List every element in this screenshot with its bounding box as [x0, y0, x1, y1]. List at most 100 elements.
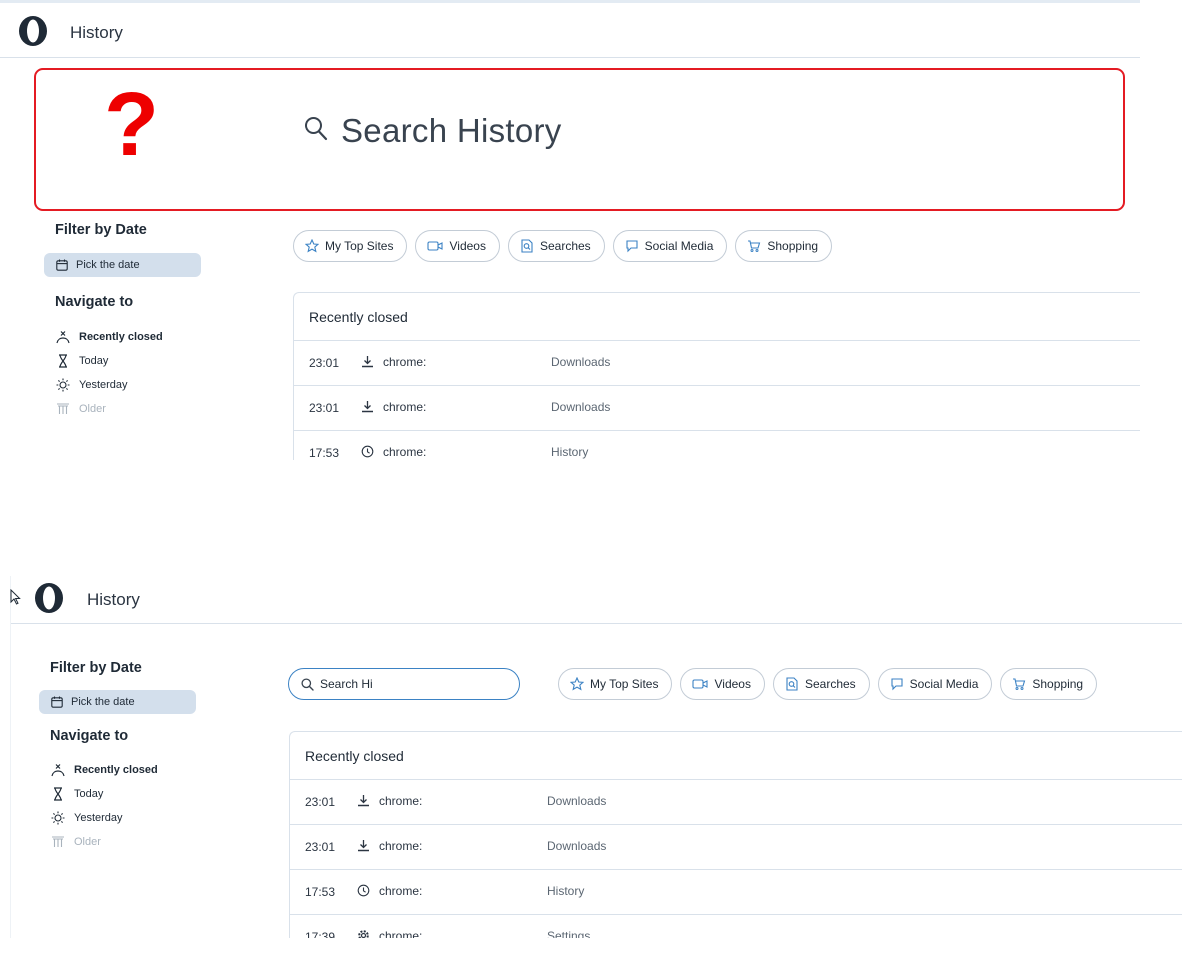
filter-by-date-title: Filter by Date: [55, 222, 147, 238]
history-row[interactable]: 17:53 chrome: History: [290, 870, 1182, 915]
download-icon: [361, 355, 374, 371]
navigate-to-title: Navigate to: [55, 294, 134, 310]
row-title: History: [547, 884, 585, 898]
row-time: 23:01: [305, 840, 336, 854]
star-icon: [570, 677, 584, 691]
nav-item-recently-closed[interactable]: Recently closed: [50, 758, 196, 782]
history-page-bottom: History Filter by Date Pick the date Nav…: [10, 576, 1182, 938]
hourglass-icon: [59, 354, 67, 368]
category-chips: My Top Sites Videos Searches Social Medi…: [558, 668, 1098, 700]
nav-item-older[interactable]: Older: [55, 397, 201, 421]
hourglass-icon: [54, 787, 62, 801]
page-title: History: [70, 23, 123, 42]
clock-icon: [361, 445, 374, 460]
row-title: Downloads: [547, 839, 607, 853]
sun-icon: [51, 811, 65, 825]
chip-my-top-sites[interactable]: My Top Sites: [558, 668, 673, 700]
history-row[interactable]: 17:53 chrome: History: [294, 431, 1140, 460]
chip-label: Videos: [714, 677, 751, 691]
gear-icon: [357, 929, 370, 938]
search-input[interactable]: [320, 677, 500, 691]
chip-searches[interactable]: Searches: [772, 668, 870, 700]
row-url: chrome:: [383, 355, 427, 369]
history-row[interactable]: 17:39 chrome: Settings: [290, 915, 1182, 938]
search-icon: [301, 677, 314, 691]
nav-item-label: Yesterday: [74, 812, 123, 824]
opera-logo-icon[interactable]: [33, 582, 65, 614]
row-time: 17:53: [309, 446, 340, 460]
recently-closed-icon: [51, 764, 65, 777]
history-row[interactable]: 23:01 chrome: Downloads: [290, 825, 1182, 870]
row-url: chrome:: [379, 884, 423, 898]
nav-item-yesterday[interactable]: Yesterday: [55, 373, 201, 397]
mouse-cursor-icon: [10, 588, 21, 610]
calendar-icon: [51, 696, 63, 708]
nav-item-today[interactable]: Today: [50, 782, 196, 806]
download-icon: [357, 794, 370, 810]
download-icon: [361, 400, 374, 416]
row-title: Settings: [547, 929, 591, 938]
sidebar: Filter by Date Pick the date Navigate to…: [44, 222, 201, 421]
history-page-top: History ? Search History Filter by Date …: [0, 0, 1140, 460]
history-row[interactable]: 23:01 chrome: Downloads: [290, 780, 1182, 825]
nav-item-label: Recently closed: [74, 764, 158, 776]
row-url: chrome:: [379, 794, 423, 808]
pick-date-label: Pick the date: [76, 259, 140, 271]
chip-my-top-sites[interactable]: My Top Sites: [293, 230, 408, 262]
recently-closed-card: Recently closed 23:01 chrome: Downloads …: [289, 731, 1182, 938]
row-url: chrome:: [383, 400, 427, 414]
sun-icon: [56, 378, 70, 392]
row-time: 17:39: [305, 930, 336, 938]
calendar-icon: [56, 259, 68, 271]
history-row[interactable]: 23:01 chrome: Downloads: [294, 341, 1140, 386]
chip-label: Searches: [804, 677, 856, 691]
nav-item-today[interactable]: Today: [55, 349, 201, 373]
chip-searches[interactable]: Searches: [507, 230, 605, 262]
chip-videos[interactable]: Videos: [415, 230, 500, 262]
navigate-to-title: Navigate to: [50, 728, 129, 744]
card-title: Recently closed: [294, 293, 1140, 341]
pick-date-label: Pick the date: [71, 696, 135, 708]
chip-shopping[interactable]: Shopping: [1000, 668, 1098, 700]
nav-item-recently-closed[interactable]: Recently closed: [55, 325, 201, 349]
search-placeholder[interactable]: Search History: [341, 112, 562, 150]
app-header: History: [0, 3, 1140, 58]
card-title: Recently closed: [290, 732, 1182, 780]
chip-social-media[interactable]: Social Media: [612, 230, 728, 262]
video-icon: [692, 679, 709, 689]
opera-logo-icon[interactable]: [17, 15, 49, 47]
older-icon: [57, 403, 69, 414]
nav-item-label: Today: [79, 355, 109, 367]
row-url: chrome:: [379, 929, 423, 938]
chip-videos[interactable]: Videos: [680, 668, 765, 700]
row-time: 17:53: [305, 885, 336, 899]
search-page-icon: [786, 677, 798, 691]
nav-item-yesterday[interactable]: Yesterday: [50, 806, 196, 830]
nav-item-label: Today: [74, 788, 104, 800]
chip-label: Shopping: [767, 239, 819, 253]
chip-social-media[interactable]: Social Media: [877, 668, 993, 700]
chip-label: My Top Sites: [325, 239, 394, 253]
chip-label: Searches: [539, 239, 591, 253]
category-chips: My Top Sites Videos Searches Social Medi…: [293, 230, 833, 262]
chip-label: Social Media: [644, 239, 714, 253]
row-title: Downloads: [551, 355, 611, 369]
nav-item-label: Yesterday: [79, 379, 128, 391]
pick-date-button[interactable]: Pick the date: [44, 253, 201, 277]
row-title: Downloads: [547, 794, 607, 808]
row-title: Downloads: [551, 400, 611, 414]
sidebar: Filter by Date Pick the date Navigate to…: [39, 660, 196, 854]
nav-item-older[interactable]: Older: [50, 830, 196, 854]
search-field[interactable]: [288, 668, 520, 700]
chat-icon: [626, 240, 638, 253]
older-icon: [52, 836, 64, 847]
chip-shopping[interactable]: Shopping: [735, 230, 833, 262]
search-highlight-box: ? Search History: [34, 68, 1125, 211]
nav-item-label: Older: [74, 836, 101, 848]
pick-date-button[interactable]: Pick the date: [39, 690, 196, 714]
chat-icon: [891, 678, 903, 691]
row-url: chrome:: [379, 839, 423, 853]
history-row[interactable]: 23:01 chrome: Downloads: [294, 386, 1140, 431]
recently-closed-icon: [56, 331, 70, 344]
row-title: History: [551, 445, 589, 459]
